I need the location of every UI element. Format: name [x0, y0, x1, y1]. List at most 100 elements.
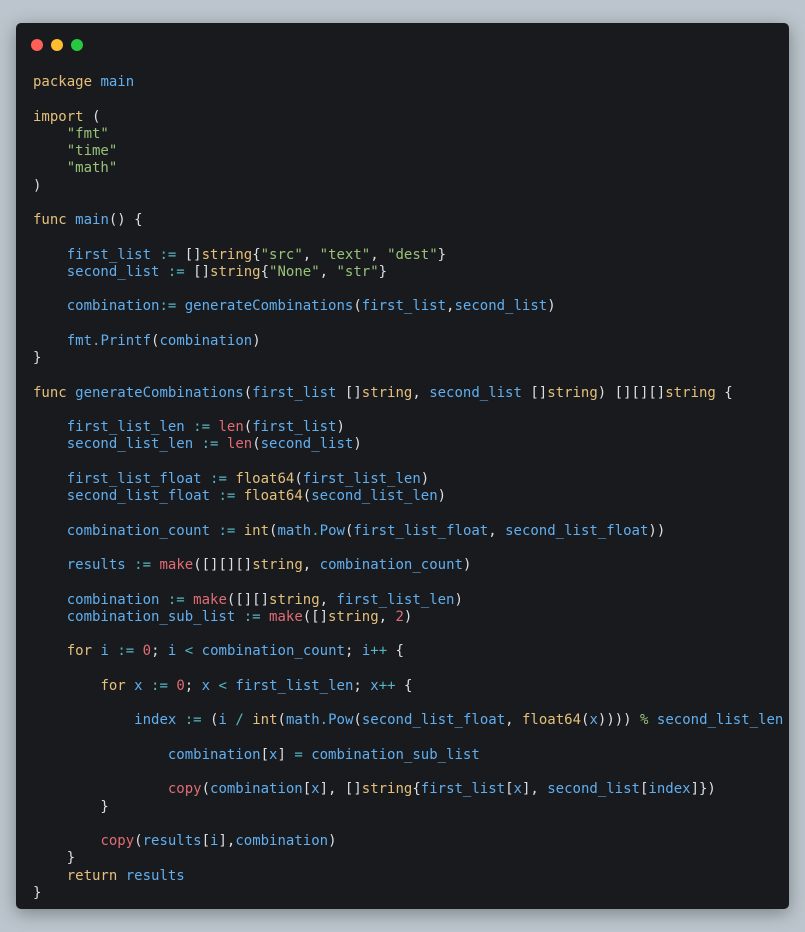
code-token: package: [33, 74, 93, 90]
code-token: second_list_len: [656, 712, 784, 729]
code-token: copy: [167, 781, 202, 798]
code-token: }: [33, 798, 109, 815]
code-token: combination: [66, 298, 160, 315]
code-token: ([][]: [226, 591, 270, 608]
code-token: ]: [277, 746, 295, 763]
code-token: index: [648, 781, 691, 798]
code-token: main: [75, 212, 109, 228]
code-line: "time": [33, 143, 783, 160]
code-token: ): [437, 488, 447, 504]
code-token: 0: [176, 677, 185, 694]
code-token: results: [125, 867, 185, 884]
code-window: package main import ( "fmt" "time" "math…: [16, 23, 789, 909]
code-token: x: [589, 712, 598, 729]
code-token: first_list_len: [302, 470, 421, 487]
code-token: :=: [218, 522, 236, 539]
code-token: ([][][]: [193, 557, 253, 573]
minimize-dot-icon[interactable]: [51, 39, 63, 51]
code-token: ,: [319, 591, 337, 608]
code-token: string: [210, 263, 261, 280]
code-line: return results: [33, 868, 783, 885]
code-token: {: [395, 677, 413, 694]
code-token: string: [361, 781, 413, 798]
code-token: combination_sub_list: [311, 746, 480, 763]
code-token: Pow: [328, 712, 354, 729]
code-token: string: [361, 384, 413, 401]
code-token: (: [353, 712, 362, 729]
code-token: 0: [142, 643, 152, 660]
code-token: {: [715, 384, 733, 401]
code-token: ,: [488, 522, 506, 539]
code-line: first_list_len := len(first_list): [33, 419, 783, 436]
code-line: package main: [33, 74, 783, 91]
code-token: second_list_float: [505, 522, 649, 539]
code-token: )))): [597, 712, 632, 729]
code-token: ): [547, 298, 556, 315]
code-token: []: [521, 384, 548, 401]
code-token: for: [66, 643, 93, 660]
code-token: ;: [353, 677, 371, 694]
code-token: ) [][][]: [597, 384, 666, 401]
code-token: first_list_float: [353, 522, 489, 539]
code-token: float64: [235, 470, 295, 487]
code-line: func main() {: [33, 212, 783, 229]
code-token: string: [547, 384, 598, 401]
code-line: first_list_float := float64(first_list_l…: [33, 471, 783, 488]
code-token: index: [134, 712, 177, 729]
close-dot-icon[interactable]: [31, 39, 43, 51]
code-token: }: [378, 263, 388, 280]
code-token: ]}): [690, 781, 716, 798]
code-token: string: [328, 608, 379, 625]
code-token: second_list: [547, 781, 640, 798]
code-token: {: [387, 643, 404, 660]
code-line: ): [33, 178, 783, 195]
code-token: ++: [378, 677, 396, 694]
code-token: len: [226, 436, 253, 453]
zoom-dot-icon[interactable]: [71, 39, 83, 51]
code-line: index := (i / int(math.Pow(second_list_f…: [33, 712, 783, 729]
code-token: (: [252, 436, 261, 453]
code-token: combination_sub_list: [66, 608, 236, 625]
code-token: first_list: [66, 246, 152, 263]
code-line: second_list_float := float64(second_list…: [33, 488, 783, 505]
code-line: combination[x] = combination_sub_list: [33, 747, 783, 764]
code-token: generateCombinations: [75, 384, 244, 401]
code-token: i: [218, 712, 227, 729]
code-token: :=: [218, 488, 236, 504]
code-line: combination_count := int(math.Pow(first_…: [33, 523, 783, 540]
code-token: :=: [167, 591, 185, 608]
code-token: ,: [302, 557, 320, 573]
code-token: =: [294, 746, 303, 763]
code-token: string: [201, 246, 253, 263]
code-token: :=: [151, 677, 168, 694]
code-line: copy(combination[x], []string{first_list…: [33, 781, 783, 798]
code-token: second_list_float: [361, 712, 506, 729]
code-line: "math": [33, 160, 783, 177]
code-token: ): [33, 177, 42, 194]
code-line: for x := 0; x < first_list_len; x++ {: [33, 678, 783, 695]
code-token: string: [269, 591, 320, 608]
code-line: }: [33, 350, 783, 367]
